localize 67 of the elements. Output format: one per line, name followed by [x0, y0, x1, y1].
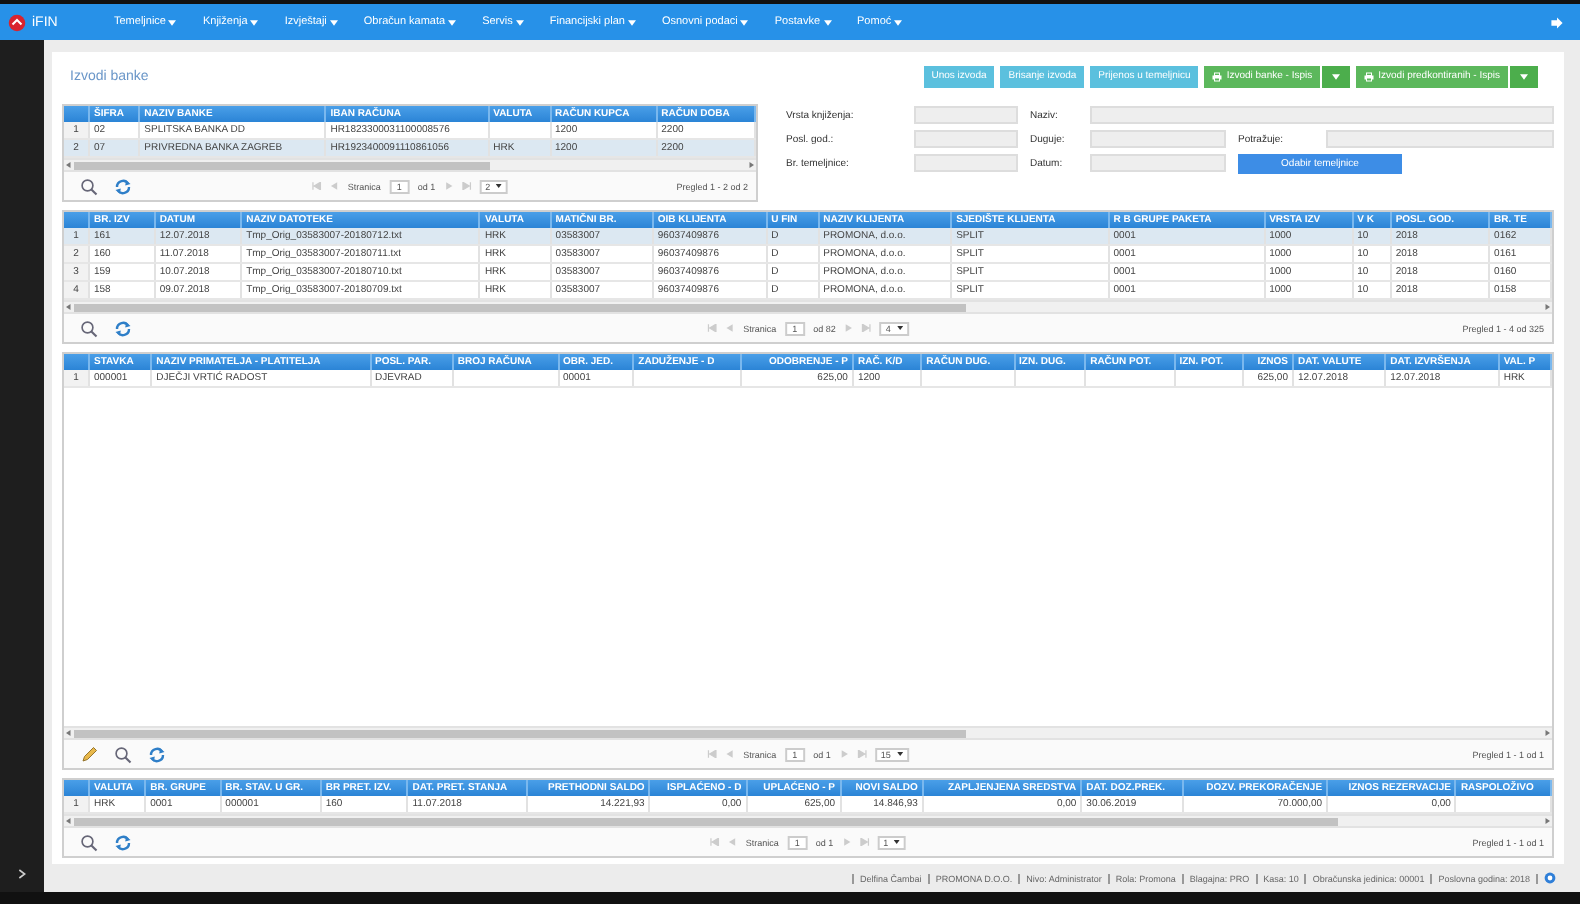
text-field[interactable]: [1090, 106, 1554, 124]
text-field[interactable]: [1326, 130, 1554, 148]
logout-icon[interactable]: [1550, 15, 1564, 29]
caret-icon: [329, 19, 338, 25]
table-cell: [633, 370, 742, 387]
caret-icon: [896, 752, 903, 756]
scrollbar-thumb[interactable]: [74, 729, 967, 737]
caret-icon: [823, 19, 832, 25]
refresh-icon[interactable]: [148, 745, 166, 763]
search-icon[interactable]: [80, 319, 98, 337]
text-field[interactable]: [1090, 154, 1226, 172]
next-page-icon[interactable]: [843, 324, 854, 332]
next-page-icon[interactable]: [838, 750, 849, 758]
info-circle-icon[interactable]: [1544, 872, 1556, 884]
previous-page-icon[interactable]: [727, 838, 738, 846]
caret-icon: [627, 19, 636, 25]
next-page-icon[interactable]: [443, 182, 454, 190]
refresh-icon[interactable]: [114, 319, 132, 337]
first-page-icon[interactable]: [311, 182, 322, 190]
caret-icon: [894, 19, 903, 25]
caret-icon: [515, 19, 524, 25]
caret-icon: [448, 19, 457, 25]
table-cell: [1174, 370, 1243, 387]
pencil-icon[interactable]: [80, 745, 98, 763]
table-cell: [1085, 370, 1175, 387]
next-page-icon[interactable]: [841, 838, 852, 846]
caret-icon: [496, 184, 503, 188]
scrollbar-thumb[interactable]: [74, 161, 490, 169]
logo-icon: [8, 13, 26, 31]
dropdown-toggle[interactable]: [1322, 65, 1351, 87]
last-page-icon[interactable]: [859, 838, 870, 846]
last-page-icon[interactable]: [461, 182, 472, 190]
printer-icon: [1364, 71, 1375, 81]
first-page-icon[interactable]: [709, 838, 720, 846]
caret-icon: [1520, 73, 1528, 79]
table-cell: [1014, 370, 1086, 387]
search-icon[interactable]: [80, 177, 98, 195]
caret-icon: [894, 840, 901, 844]
scrollbar-thumb[interactable]: [74, 303, 967, 311]
text-field[interactable]: [914, 106, 1018, 124]
horizontal-scrollbar[interactable]: [64, 814, 1552, 826]
scrollbar-thumb[interactable]: [74, 817, 1339, 825]
caret-icon: [896, 326, 903, 330]
text-field[interactable]: [914, 130, 1018, 148]
caret-icon: [250, 19, 259, 25]
chevron-right-icon[interactable]: [18, 868, 26, 880]
caret-icon: [740, 19, 749, 25]
horizontal-scrollbar[interactable]: [64, 158, 756, 170]
dropdown-toggle[interactable]: [1510, 65, 1538, 87]
horizontal-scrollbar[interactable]: [64, 300, 1552, 312]
refresh-icon[interactable]: [114, 833, 132, 851]
last-page-icon[interactable]: [861, 324, 872, 332]
search-icon[interactable]: [114, 745, 132, 763]
table-cell: [921, 370, 1015, 387]
last-page-icon[interactable]: [856, 750, 867, 758]
search-icon[interactable]: [80, 833, 98, 851]
horizontal-scrollbar[interactable]: [64, 726, 1552, 738]
table-cell: [452, 370, 558, 387]
text-field[interactable]: [1090, 130, 1226, 148]
previous-page-icon[interactable]: [329, 182, 340, 190]
text-field[interactable]: [914, 154, 1018, 172]
caret-icon: [1332, 73, 1341, 79]
first-page-icon[interactable]: [707, 324, 718, 332]
first-page-icon[interactable]: [707, 750, 718, 758]
caret-icon: [168, 19, 177, 25]
printer-icon: [1212, 71, 1223, 81]
refresh-icon[interactable]: [114, 177, 132, 195]
